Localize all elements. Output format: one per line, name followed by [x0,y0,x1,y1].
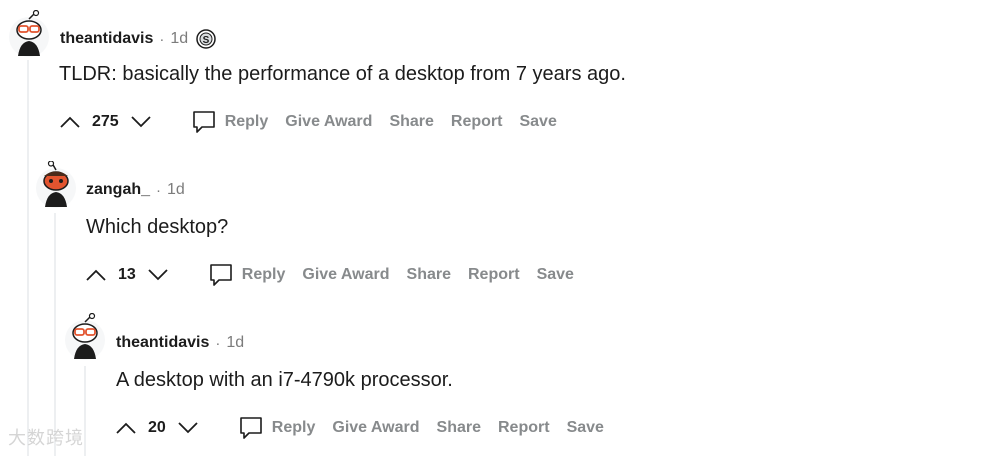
comment-author[interactable]: theantidavis [60,30,153,48]
arrow-down-icon[interactable] [176,416,200,440]
meta-separator: · [156,181,162,199]
comment-text: Which desktop? [86,216,229,238]
share-button[interactable]: Share [437,419,481,437]
watermark-text: 大数跨境 [8,428,84,448]
comment-text: TLDR: basically the performance of a des… [59,63,626,85]
speech-bubble-icon [209,264,232,286]
share-button[interactable]: Share [407,266,451,284]
reply-button[interactable]: Reply [208,262,286,288]
comment-timestamp[interactable]: 1d [170,30,188,48]
silver-coin-icon[interactable]: S [196,29,216,49]
reply-label: Reply [224,113,269,130]
avatar-snoo-orange-icon[interactable] [33,161,79,211]
share-button[interactable]: Share [389,113,433,131]
give-award-button[interactable]: Give Award [285,113,372,131]
meta-separator: · [215,334,221,352]
comment-timestamp[interactable]: 1d [226,334,244,352]
give-award-button[interactable]: Give Award [332,419,419,437]
comment-author[interactable]: theantidavis [116,334,209,352]
comment-text: A desktop with an i7-4790k processor. [116,369,453,391]
save-button[interactable]: Save [537,266,574,284]
arrow-down-icon[interactable] [146,263,170,287]
thread-line-1[interactable] [27,60,29,456]
give-award-button[interactable]: Give Award [302,266,389,284]
thread-line-3[interactable] [84,366,86,456]
save-button[interactable]: Save [519,113,556,131]
reply-label: Reply [241,266,286,283]
meta-separator: · [159,30,165,48]
arrow-up-icon[interactable] [84,263,108,287]
avatar-snoo-glasses-icon[interactable] [62,313,108,363]
speech-bubble-icon [239,417,262,439]
reply-button[interactable]: Reply [238,415,316,441]
vote-score: 275 [92,113,119,130]
arrow-down-icon[interactable] [129,110,153,134]
arrow-up-icon[interactable] [114,416,138,440]
avatar-snoo-glasses-icon[interactable] [6,10,52,60]
thread-line-2[interactable] [54,213,56,456]
report-button[interactable]: Report [498,419,550,437]
badge-letter: S [203,35,210,46]
report-button[interactable]: Report [468,266,520,284]
reply-label: Reply [271,419,316,436]
arrow-up-icon[interactable] [58,110,82,134]
reply-button[interactable]: Reply [191,109,269,135]
vote-score: 13 [118,266,136,283]
comment-timestamp[interactable]: 1d [167,181,185,199]
vote-score: 20 [148,419,166,436]
speech-bubble-icon [192,111,215,133]
report-button[interactable]: Report [451,113,503,131]
save-button[interactable]: Save [567,419,604,437]
comment-author[interactable]: zangah_ [86,181,150,199]
